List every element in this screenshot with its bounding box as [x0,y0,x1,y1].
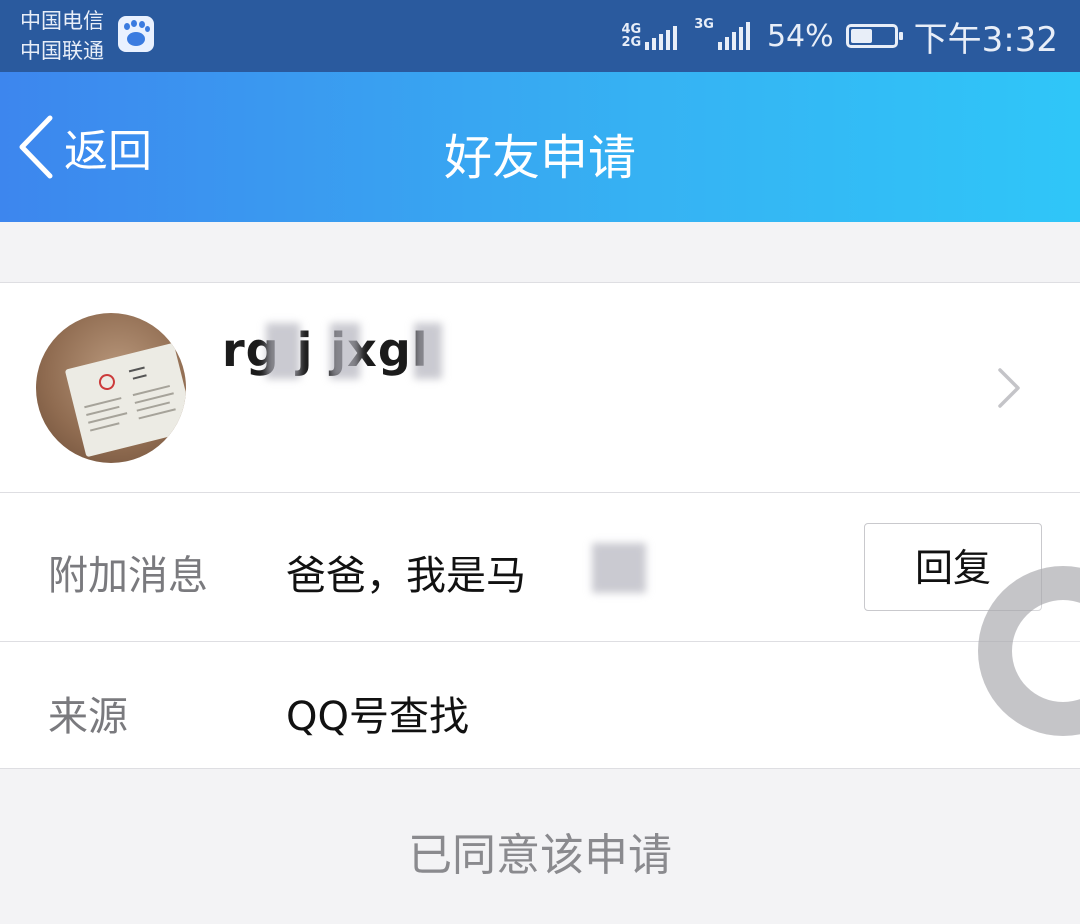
redaction-blur [330,323,360,379]
section-spacer [0,222,1080,283]
chevron-right-icon [998,368,1020,408]
attached-message-value: 爸爸，我是马 [286,553,526,599]
source-label: 来源 [48,694,128,740]
network-type-2: 3G [694,17,714,32]
requester-profile-row[interactable]: rg j jxgl [0,283,1080,493]
battery-percentage: 54% [766,18,834,54]
avatar[interactable] [36,313,186,463]
carrier-1: 中国电信 [20,9,104,33]
nav-header: 返回 好友申请 [0,72,1080,222]
clock: 下午3:32 [913,19,1058,60]
requester-username: rg j jxgl [222,323,429,377]
source-row: 来源 QQ号查找 [0,642,1080,769]
baidu-icon [118,16,154,52]
status-bar: 中国电信 中国联通 4G 2G 3G 54% 下午3:32 [0,0,1080,72]
redaction-blur [266,323,300,379]
page-title: 好友申请 [443,130,636,186]
request-status-area: 已同意该申请 [0,769,1080,924]
redaction-blur [414,323,442,379]
attached-message-row: 附加消息 爸爸，我是马 回复 [0,493,1080,642]
request-status-text: 已同意该申请 [408,830,672,881]
network-type-1: 4G 2G [622,23,642,49]
redaction-blur [592,543,646,593]
signal-2-icon [717,22,753,50]
status-indicators: 4G 2G 3G 54% 下午3:32 [622,12,1058,60]
carrier-2: 中国联通 [20,39,104,63]
carrier-info: 中国电信 中国联通 [20,6,104,66]
network-2g-label: 2G [621,35,642,50]
signal-1-icon [645,22,680,50]
app-screen: 中国电信 中国联通 4G 2G 3G 54% 下午3:32 返回 好友申请 rg… [0,0,1080,924]
battery-icon [845,24,903,48]
source-value: QQ号查找 [286,694,469,740]
attached-message-label: 附加消息 [48,553,208,599]
